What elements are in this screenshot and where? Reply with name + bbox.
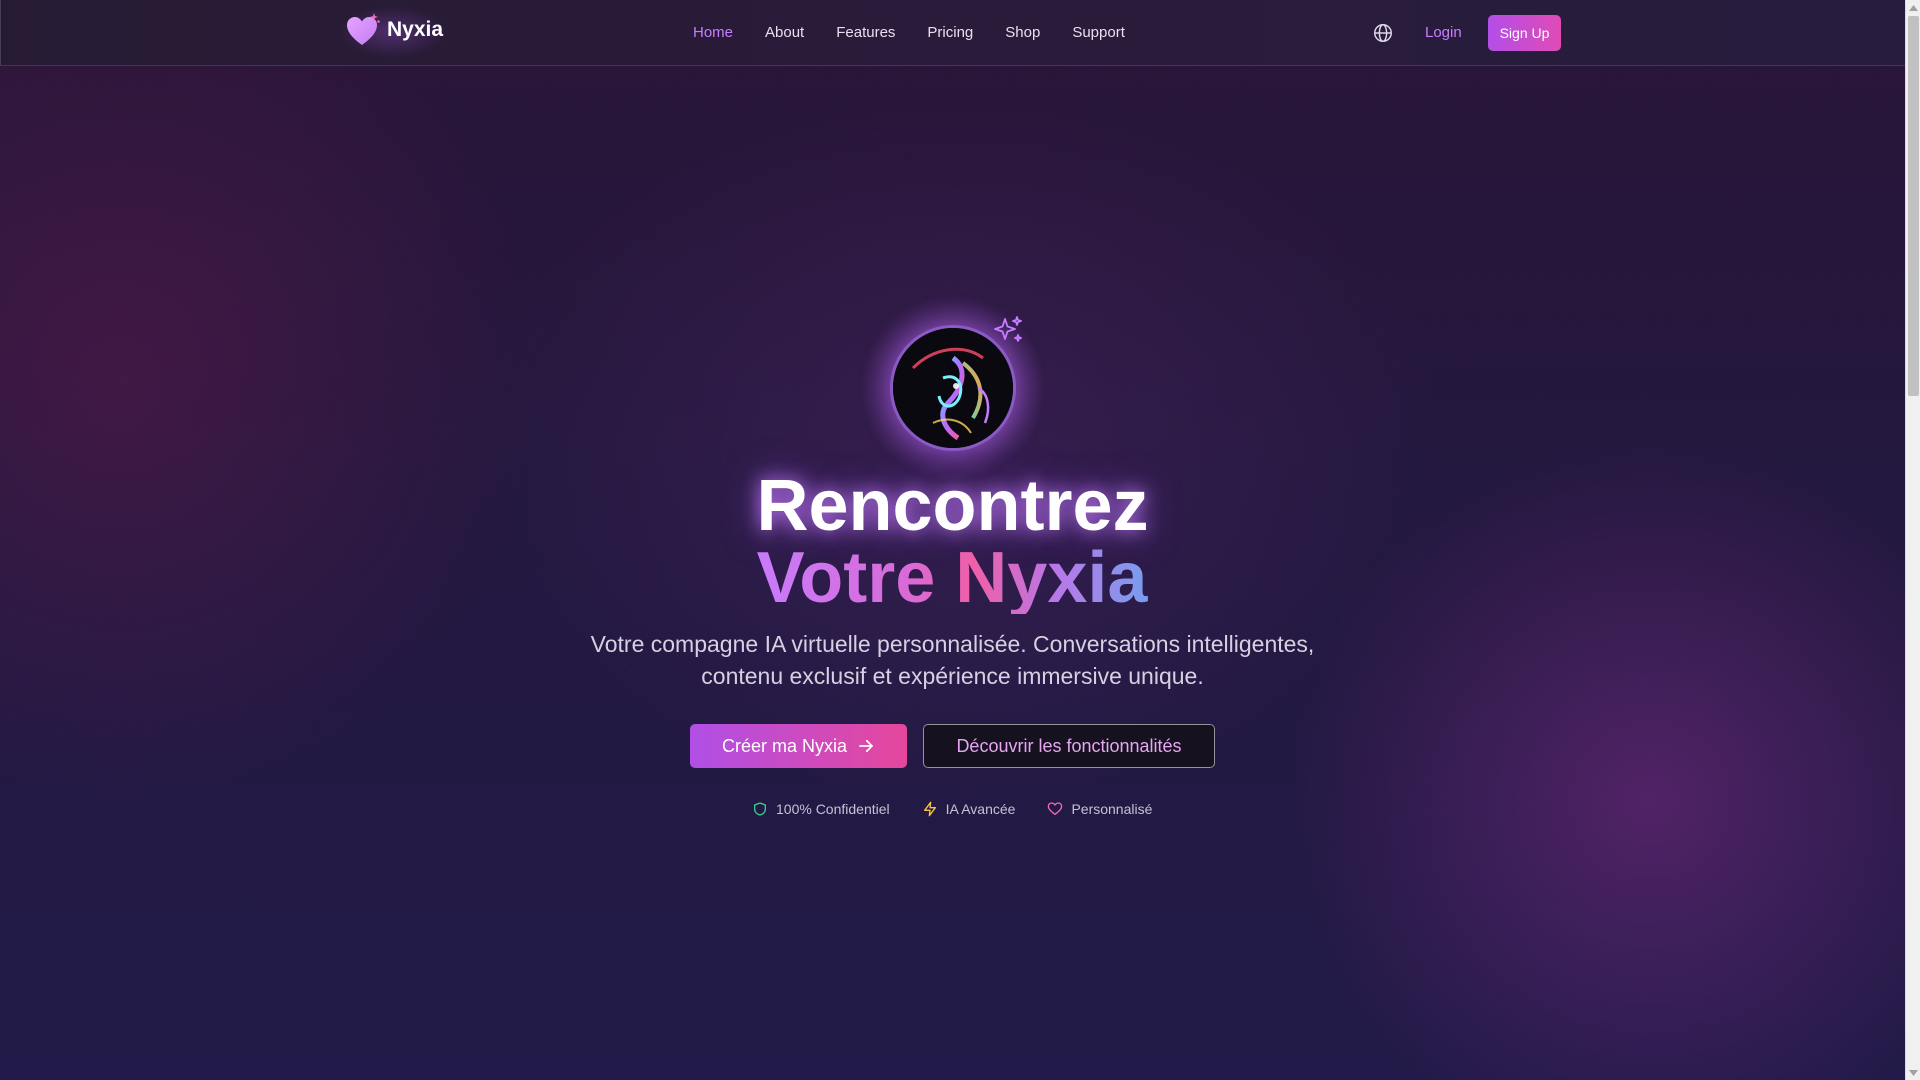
feature-label: Personnalisé <box>1071 801 1153 817</box>
navbar: Nyxia Home About Features Pricing Shop S… <box>0 0 1905 66</box>
scroll-up-arrow-icon[interactable] <box>1906 0 1920 15</box>
discover-features-button[interactable]: Découvrir les fonctionnalités <box>923 724 1215 768</box>
nav-shop[interactable]: Shop <box>1005 24 1040 41</box>
brand-logo[interactable]: Nyxia <box>337 6 447 58</box>
hero-title-line2: Votre Nyxia <box>742 542 1162 614</box>
brand-name: Nyxia <box>387 18 444 41</box>
nav-support[interactable]: Support <box>1072 24 1125 41</box>
arrow-right-icon <box>859 739 873 753</box>
globe-icon[interactable] <box>1372 22 1394 44</box>
hero-subtitle: Votre compagne IA virtuelle personnalisé… <box>590 631 1315 689</box>
page-scrollbar[interactable] <box>1905 0 1920 1080</box>
lightning-icon <box>923 801 936 817</box>
page: Nyxia Home About Features Pricing Shop S… <box>0 0 1905 1080</box>
shield-icon <box>754 802 766 816</box>
feature-label: 100% Confidentiel <box>776 801 890 817</box>
nav-features[interactable]: Features <box>836 24 895 41</box>
heart-sparkle-icon <box>347 13 380 45</box>
feature-personalized: Personnalisé <box>1047 801 1152 817</box>
create-nyxia-button[interactable]: Créer ma Nyxia <box>690 724 907 768</box>
feature-badges: 100% Confidentiel IA Avancée Personnalis… <box>752 801 1184 817</box>
feature-confidential: 100% Confidentiel <box>752 801 890 817</box>
nav-pricing[interactable]: Pricing <box>927 24 973 41</box>
avatar-image <box>893 328 1013 448</box>
sparkles-icon <box>994 316 1022 342</box>
nav-about[interactable]: About <box>765 24 804 41</box>
feature-ai: IA Avancée <box>922 801 1016 817</box>
create-nyxia-label: Créer ma Nyxia <box>721 735 848 756</box>
signup-button[interactable]: Sign Up <box>1488 15 1561 51</box>
nav-home[interactable]: Home <box>693 24 733 41</box>
heart-icon <box>1048 802 1063 815</box>
hero-title-line1: Rencontrez <box>756 466 1149 546</box>
main-nav: Home About Features Pricing Shop Support <box>693 24 1157 41</box>
scroll-down-arrow-icon[interactable] <box>1906 1065 1920 1080</box>
discover-features-label: Découvrir les fonctionnalités <box>956 735 1182 756</box>
scrollbar-thumb[interactable] <box>1908 16 1919 396</box>
login-link[interactable]: Login <box>1425 24 1462 41</box>
feature-label: IA Avancée <box>945 801 1016 817</box>
